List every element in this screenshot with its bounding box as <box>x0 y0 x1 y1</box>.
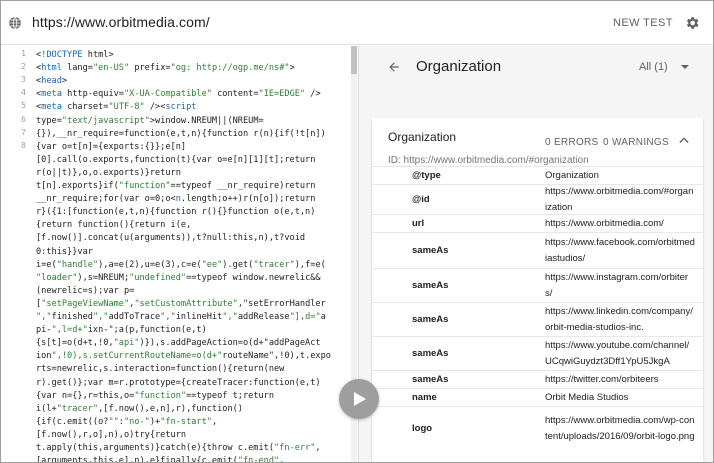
table-row: url https://www.orbitmedia.com/ <box>372 214 703 232</box>
code-line[interactable]: type="text/javascript">window.NREUM||(NR… <box>36 115 347 128</box>
code-line[interactable]: <html lang="en-US" prefix="og: http://og… <box>36 62 347 75</box>
code-line[interactable]: {if(c.emit((o?"":"no-")+"fn-start", <box>36 416 347 429</box>
code-line[interactable]: rts=newrelic,s.interaction=function(){re… <box>36 363 347 376</box>
top-bar: https://www.orbitmedia.com/ NEW TEST <box>1 1 713 45</box>
code-line[interactable]: ","finished","addToTrace","inlineHit","a… <box>36 311 347 324</box>
code-line[interactable]: r(o||t)},o,o.exports)}return <box>36 167 347 180</box>
globe-icon <box>9 16 21 30</box>
code-line[interactable]: [f.now()].concat(u(arguments)),t?null:th… <box>36 232 347 245</box>
property-value[interactable]: Organization <box>545 168 695 184</box>
property-key: sameAs <box>412 280 449 291</box>
code-line[interactable]: ion",!0),s.setCurrentRouteName=o(d+"rout… <box>36 350 347 363</box>
code-line[interactable]: <head> <box>36 75 347 88</box>
dropdown-caret-icon[interactable] <box>681 65 689 69</box>
property-key: name <box>412 392 437 403</box>
line-number-gutter: 1 2 3 4 5 6 7 8 <box>1 46 31 462</box>
table-row: sameAs https://www.instagram.com/orbiters… <box>372 268 703 302</box>
line-number: 2 <box>21 62 26 72</box>
filter-dropdown[interactable]: All (1) <box>639 61 668 73</box>
property-value[interactable]: https://www.linkedin.com/company/orbit-m… <box>545 304 695 336</box>
line-number: 7 <box>21 127 26 137</box>
back-arrow-icon[interactable] <box>387 60 401 74</box>
code-line[interactable]: pi-",l=d+"ixn-";a(p,function(e,t) <box>36 324 347 337</box>
code-scrollbar-thumb[interactable] <box>351 46 357 74</box>
results-panel: Organization All (1) Organization 0 ERRO… <box>359 46 713 462</box>
table-row: sameAs https://www.youtube.com/channel/UC… <box>372 336 703 370</box>
code-line[interactable]: t[n].exports}if("function"==typeof __nr_… <box>36 180 347 193</box>
code-line[interactable]: {return function(){return i(e, <box>36 219 347 232</box>
table-row: logo https://www.orbitmedia.com/wp-conten… <box>372 406 703 450</box>
warnings-count: 0 WARNINGS <box>603 137 669 148</box>
table-row: name Orbit Media Studios <box>372 388 703 406</box>
card-id: ID: https://www.orbitmedia.com/#organiza… <box>388 155 589 166</box>
property-key: sameAs <box>412 374 449 385</box>
property-key: url <box>412 218 425 229</box>
chevron-up-icon[interactable] <box>679 136 689 144</box>
property-value[interactable]: https://www.orbitmedia.com/#organization <box>545 184 695 216</box>
new-test-button[interactable]: NEW TEST <box>613 17 673 29</box>
code-line[interactable]: r}({1:[function(e,t,n){function r(){}fun… <box>36 206 347 219</box>
property-value[interactable]: https://www.youtube.com/channel/UCqwiGuy… <box>545 338 695 370</box>
results-title: Organization <box>416 58 502 75</box>
run-test-button[interactable] <box>339 379 379 419</box>
app-window: https://www.orbitmedia.com/ NEW TEST 1 2 3… <box>0 0 714 463</box>
table-row: @id https://www.orbitmedia.com/#organizat… <box>372 184 703 214</box>
property-value[interactable]: https://www.orbitmedia.com/ <box>545 216 695 232</box>
results-header: Organization All (1) <box>359 46 713 90</box>
code-line[interactable]: i(l+"tracer",[f.now(),e,n],r),function() <box>36 403 347 416</box>
code-line[interactable]: {var n={},r=this,o="function"==typeof t;… <box>36 390 347 403</box>
property-key: sameAs <box>412 348 449 359</box>
code-line[interactable]: <meta charset="UTF-8" /><script <box>36 101 347 114</box>
code-line[interactable]: "loader"),s=NREUM;"undefined"==typeof wi… <box>36 272 347 285</box>
code-line[interactable]: {}),__nr_require=function(e,t,n){functio… <box>36 128 347 141</box>
table-row: @type Organization <box>372 166 703 184</box>
table-row: sameAs https://www.linkedin.com/company/o… <box>372 302 703 336</box>
play-icon[interactable] <box>353 391 367 407</box>
code-line[interactable]: ["setPageViewName","setCustomAttribute",… <box>36 298 347 311</box>
property-key: sameAs <box>412 314 449 325</box>
url-field[interactable]: https://www.orbitmedia.com/ <box>32 14 210 30</box>
line-number: 6 <box>21 114 26 124</box>
table-row: sameAs https://twitter.com/orbiteers <box>372 370 703 388</box>
property-key: sameAs <box>412 245 449 256</box>
code-line[interactable]: t.apply(this,arguments)}catch(e){throw c… <box>36 442 347 455</box>
property-key: @type <box>412 170 441 181</box>
line-number: 1 <box>21 49 26 58</box>
code-line[interactable]: (newrelic=s);var p= <box>36 285 347 298</box>
organization-card: Organization 0 ERRORS 0 WARNINGS ID: htt… <box>372 118 703 462</box>
code-line[interactable]: {s[t]=o(d+t,!0,"api")}),s.addPageAction=… <box>36 337 347 350</box>
code-line[interactable]: <meta http-equiv="X-UA-Compatible" conte… <box>36 88 347 101</box>
property-value[interactable]: Orbit Media Studios <box>545 390 695 406</box>
line-number: 5 <box>21 101 26 111</box>
code-line[interactable]: [0].call(o.exports,function(t){var o=e[n… <box>36 154 347 167</box>
code-editor[interactable]: 1 2 3 4 5 6 7 8 <!DOCTYPE html> <html lang="en-U… <box>1 46 358 462</box>
property-value[interactable]: https://www.instagram.com/orbiters/ <box>545 270 695 302</box>
code-line[interactable]: [f.now(),r,o],n),o)try{return <box>36 429 347 442</box>
code-line[interactable]: __nr_require;for(var o=0;o<n.length;o++)… <box>36 193 347 206</box>
code-line[interactable]: <!DOCTYPE html> <box>36 49 347 62</box>
property-key: logo <box>412 423 433 434</box>
line-number: 3 <box>21 75 26 85</box>
gear-icon[interactable] <box>684 15 700 31</box>
code-line[interactable]: 0:this}}var <box>36 246 347 259</box>
line-number: 8 <box>21 140 26 150</box>
table-row: sameAs https://www.facebook.com/orbitmedi… <box>372 232 703 268</box>
code-line[interactable]: r).get()};var m=r.prototype={createTrace… <box>36 377 347 390</box>
property-value[interactable]: https://www.orbitmedia.com/wp-content/up… <box>545 413 695 445</box>
property-key: @id <box>412 194 430 205</box>
errors-count: 0 ERRORS <box>545 137 599 148</box>
card-title[interactable]: Organization <box>388 130 456 144</box>
code-line[interactable]: {var o=t[n]={exports:{}};e[n] <box>36 141 347 154</box>
code-line[interactable]: i=e("handle"),a=e(2),u=e(3),c=e("ee").ge… <box>36 259 347 272</box>
line-number: 4 <box>21 88 26 98</box>
code-line[interactable]: [arguments,this,e],n),e}finally{c.emit("… <box>36 455 347 462</box>
property-value[interactable]: https://www.facebook.com/orbitmediastudi… <box>545 235 695 267</box>
property-value[interactable]: https://twitter.com/orbiteers <box>545 372 695 388</box>
